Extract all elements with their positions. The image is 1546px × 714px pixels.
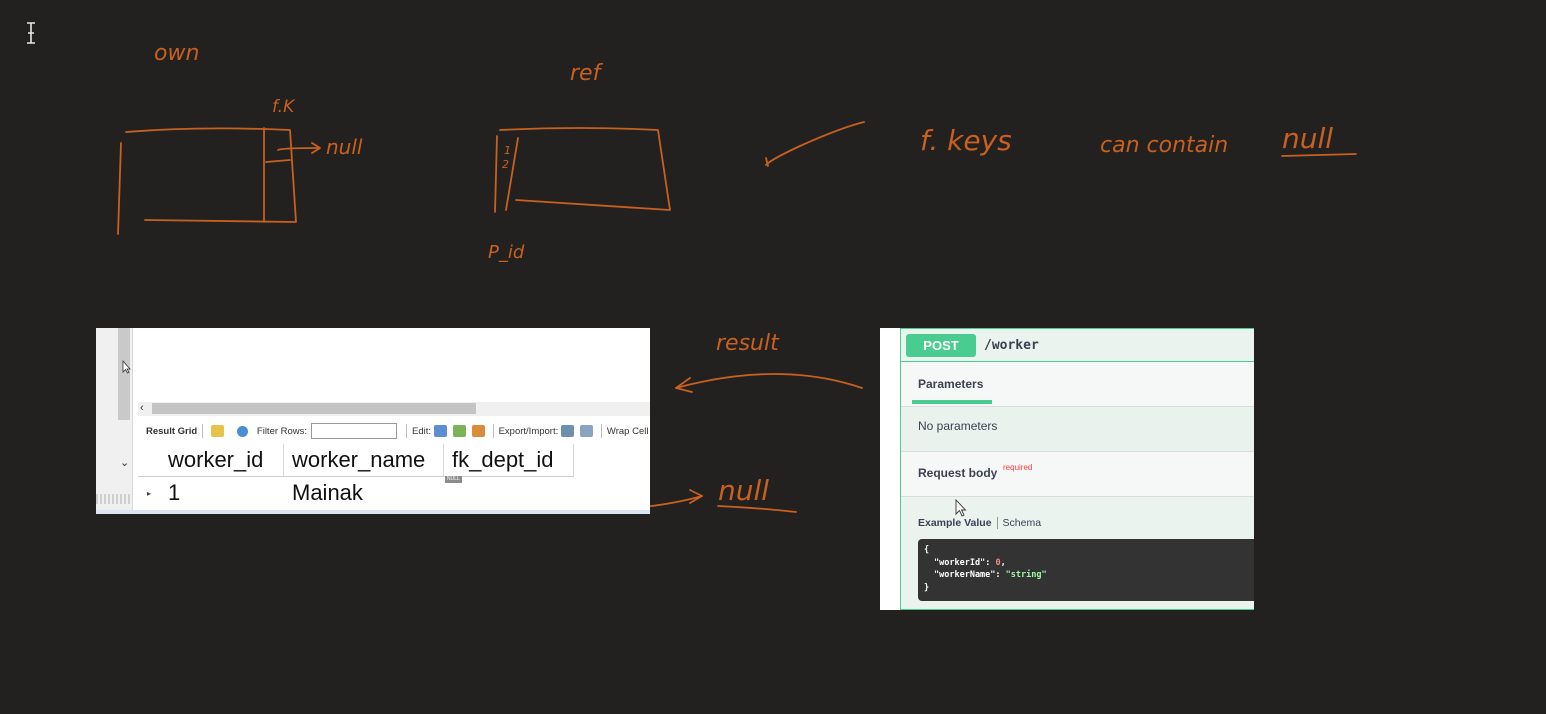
filter-rows-label: Filter Rows: xyxy=(256,425,308,437)
no-parameters-text: No parameters xyxy=(918,419,998,433)
table-row[interactable]: ▸ 1 Mainak xyxy=(138,478,574,508)
request-body-header: Request body required xyxy=(901,451,1254,497)
cell-worker-name[interactable]: Mainak xyxy=(284,478,444,508)
note-can-contain: can contain xyxy=(1100,133,1228,158)
label-null-result: null xyxy=(718,474,769,507)
grid-header-row: worker_id worker_name fk_dept_id xyxy=(138,444,574,477)
result-grid-tab[interactable]: Result Grid xyxy=(146,426,197,437)
label-fk: f.K xyxy=(272,97,296,117)
request-body-title: Request body xyxy=(918,466,998,480)
label-pid: P_id xyxy=(488,242,525,263)
swagger-panel: POST /worker Parameters No parameters Re… xyxy=(880,328,1254,610)
code-open-brace: { xyxy=(924,545,930,555)
column-header-worker-id[interactable]: worker_id xyxy=(160,444,284,476)
vertical-scrollbar[interactable] xyxy=(118,328,130,420)
mysql-result-panel: ⌄ ‹ Result Grid Filter Rows: Edit: Expor… xyxy=(96,328,650,514)
operation-summary[interactable]: POST /worker xyxy=(901,329,1254,362)
result-grid: worker_id worker_name fk_dept_id ▸ 1 Mai… xyxy=(138,444,650,514)
example-schema-toggle: Example Value Schema xyxy=(918,517,1041,529)
filter-rows-input[interactable] xyxy=(311,423,398,439)
edit-row-icon[interactable] xyxy=(434,425,447,437)
example-json-block[interactable]: { "workerId": 0, "workerName": "string" … xyxy=(918,539,1254,601)
horizontal-scroll-thumb[interactable] xyxy=(152,403,476,414)
post-worker-operation: POST /worker Parameters No parameters Re… xyxy=(900,328,1254,610)
code-key-worker-name: "workerName" xyxy=(934,570,996,580)
note-null: null xyxy=(1282,122,1333,155)
export-import-label: Export/Import: xyxy=(498,425,559,437)
label-ref: ref xyxy=(570,61,604,86)
label-row-2: 2 xyxy=(502,158,509,171)
http-method-badge: POST xyxy=(906,333,976,357)
parameters-section: No parameters xyxy=(901,407,1254,451)
result-grid-toolbar: Result Grid Filter Rows: Edit: Export/Im… xyxy=(138,420,650,442)
refresh-icon[interactable] xyxy=(237,425,248,437)
label-null-arrow: null xyxy=(326,135,363,159)
null-badge: NULL xyxy=(445,476,462,483)
required-badge: required xyxy=(1003,463,1033,472)
chevron-down-icon[interactable]: ⌄ xyxy=(120,456,129,469)
wrap-cell-label[interactable]: Wrap Cell C xyxy=(607,426,650,437)
label-row-1: 1 xyxy=(504,144,511,157)
export-icon[interactable] xyxy=(561,425,575,437)
label-own: own xyxy=(154,41,199,66)
active-tab-indicator xyxy=(912,400,992,404)
edit-label: Edit: xyxy=(412,425,432,437)
cell-worker-id[interactable]: 1 xyxy=(160,478,284,508)
cell-fk-dept-id[interactable] xyxy=(444,478,574,508)
delete-row-icon[interactable] xyxy=(471,425,485,437)
mouse-pointer-icon xyxy=(955,499,967,517)
code-key-worker-id: "workerId" xyxy=(934,558,986,568)
column-header-worker-name[interactable]: worker_name xyxy=(284,444,444,476)
example-value-tab[interactable]: Example Value xyxy=(918,517,992,529)
row-selector-icon[interactable]: ▸ xyxy=(138,478,160,508)
note-fkeys: f. keys xyxy=(920,124,1012,157)
code-close-brace: } xyxy=(924,583,930,593)
code-value-worker-name: "string" xyxy=(1005,570,1047,580)
resize-grip xyxy=(96,494,130,504)
import-icon[interactable] xyxy=(580,425,593,437)
mouse-pointer-icon xyxy=(122,360,131,374)
next-row-band xyxy=(96,510,650,514)
schema-tab[interactable]: Schema xyxy=(1003,517,1042,529)
grid-view-icon[interactable] xyxy=(211,425,225,437)
text-cursor-icon xyxy=(27,22,35,44)
tab-parameters[interactable]: Parameters xyxy=(918,377,983,391)
code-value-worker-id: 0 xyxy=(995,558,1001,568)
add-row-icon[interactable] xyxy=(452,425,466,437)
label-result: result xyxy=(716,331,780,356)
endpoint-path: /worker xyxy=(984,337,1039,353)
scroll-left-arrow-icon[interactable]: ‹ xyxy=(140,402,144,414)
operation-tabs: Parameters xyxy=(901,362,1254,407)
column-header-fk-dept-id[interactable]: fk_dept_id xyxy=(444,444,574,476)
